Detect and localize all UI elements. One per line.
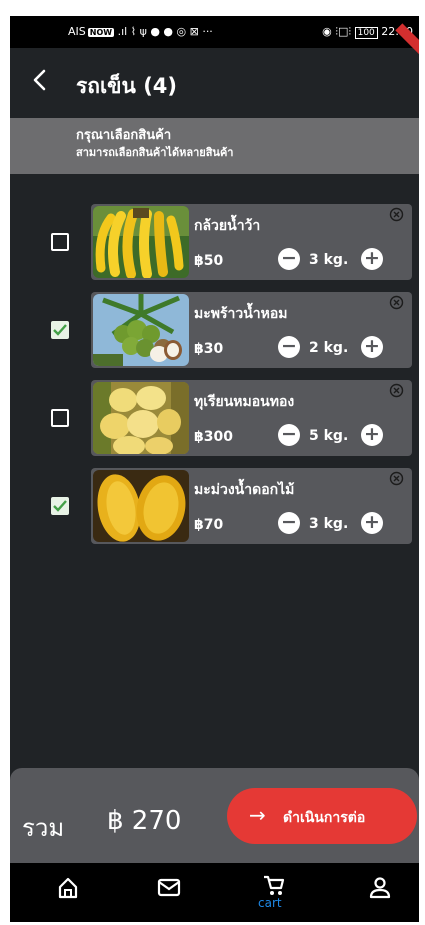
nav-cart-label: cart bbox=[258, 896, 282, 910]
cart-item-card[interactable]: มะพร้าวน้ำหอม ฿30 − 2 kg. + bbox=[91, 292, 412, 368]
cart-item-card[interactable]: ทุเรียนหมอนทอง ฿300 − 5 kg. + bbox=[91, 380, 412, 456]
app-bar: รถเข็น (4) bbox=[10, 48, 419, 118]
total-value: ฿ 270 bbox=[107, 806, 182, 836]
cart-screen: AISNOW .ıl ⌇ ψ ● ● ◎ ⊠ ··· ◉ ⫶□⫶ 100 22:… bbox=[10, 16, 419, 922]
coconut-image bbox=[93, 294, 189, 366]
item-name: ทุเรียนหมอนทอง bbox=[194, 394, 295, 410]
item-checkbox[interactable] bbox=[51, 233, 69, 251]
nav-profile[interactable] bbox=[360, 873, 400, 913]
item-quantity: 5 kg. bbox=[309, 428, 349, 444]
status-bar: AISNOW .ıl ⌇ ψ ● ● ◎ ⊠ ··· ◉ ⫶□⫶ 100 22:… bbox=[10, 16, 419, 59]
remove-item-icon[interactable] bbox=[389, 295, 404, 310]
notice-subtitle: สามารถเลือกสินค้าได้หลายสินค้า bbox=[76, 146, 234, 159]
item-quantity: 3 kg. bbox=[309, 252, 349, 268]
item-price: ฿70 bbox=[194, 517, 224, 533]
status-right-icons: ◉ ⫶□⫶ bbox=[322, 25, 352, 38]
item-name: มะพร้าวน้ำหอม bbox=[194, 306, 288, 322]
total-label: รวม bbox=[22, 814, 65, 842]
item-name: กล้วยน้ำว้า bbox=[194, 218, 261, 234]
item-price: ฿300 bbox=[194, 429, 233, 445]
decrease-button[interactable]: − bbox=[278, 248, 300, 270]
mango-image bbox=[93, 470, 189, 542]
mail-icon bbox=[157, 878, 181, 897]
carrier-label: AIS bbox=[68, 25, 86, 38]
increase-button[interactable]: + bbox=[361, 336, 383, 358]
banana-image bbox=[93, 206, 189, 278]
cart-item-card[interactable]: มะม่วงน้ำดอกไม้ ฿70 − 3 kg. + bbox=[91, 468, 412, 544]
item-name: มะม่วงน้ำดอกไม้ bbox=[194, 482, 295, 498]
status-icons: .ıl ⌇ ψ ● ● ◎ ⊠ ··· bbox=[117, 25, 213, 38]
cart-item-durian: ทุเรียนหมอนทอง ฿300 − 5 kg. + bbox=[10, 380, 419, 456]
decrease-button[interactable]: − bbox=[278, 512, 300, 534]
item-price: ฿30 bbox=[194, 341, 224, 357]
remove-item-icon[interactable] bbox=[389, 207, 404, 222]
notice-title: กรุณาเลือกสินค้า bbox=[76, 128, 172, 143]
item-quantity: 3 kg. bbox=[309, 516, 349, 532]
nav-home[interactable] bbox=[48, 873, 88, 913]
proceed-button[interactable]: → ดำเนินการต่อ bbox=[227, 788, 417, 844]
status-left: AIS NOW .ıl ⌇ ψ ● ● ◎ ⊠ ··· bbox=[68, 25, 213, 38]
cart-item-mango: มะม่วงน้ำดอกไม้ ฿70 − 3 kg. + bbox=[10, 468, 419, 544]
battery-indicator: 100 bbox=[354, 27, 378, 39]
cart-item-banana: กล้วยน้ำว้า ฿50 − 3 kg. + bbox=[10, 204, 419, 280]
nav-cart[interactable]: cart bbox=[253, 873, 293, 913]
decrease-button[interactable]: − bbox=[278, 424, 300, 446]
increase-button[interactable]: + bbox=[361, 512, 383, 534]
remove-item-icon[interactable] bbox=[389, 471, 404, 486]
durian-image bbox=[93, 382, 189, 454]
cart-item-coconut: มะพร้าวน้ำหอม ฿30 − 2 kg. + bbox=[10, 292, 419, 368]
bottom-nav: cart bbox=[10, 863, 419, 922]
item-quantity: 2 kg. bbox=[309, 340, 349, 356]
proceed-label: ดำเนินการต่อ bbox=[283, 810, 366, 826]
item-checkbox[interactable] bbox=[51, 321, 69, 339]
item-checkbox[interactable] bbox=[51, 497, 69, 515]
item-price: ฿50 bbox=[194, 253, 224, 269]
decrease-button[interactable]: − bbox=[278, 336, 300, 358]
page-title: รถเข็น (4) bbox=[76, 74, 178, 98]
increase-button[interactable]: + bbox=[361, 424, 383, 446]
remove-item-icon[interactable] bbox=[389, 383, 404, 398]
increase-button[interactable]: + bbox=[361, 248, 383, 270]
carrier-badge: NOW bbox=[87, 28, 115, 37]
arrow-right-icon: → bbox=[249, 803, 266, 827]
cart-item-card[interactable]: กล้วยน้ำว้า ฿50 − 3 kg. + bbox=[91, 204, 412, 280]
checkout-bar: รวม ฿ 270 → ดำเนินการต่อ bbox=[10, 768, 419, 863]
nav-mail[interactable] bbox=[149, 873, 189, 913]
back-arrow-icon[interactable] bbox=[26, 66, 54, 94]
home-icon bbox=[58, 877, 78, 899]
user-icon bbox=[369, 877, 391, 899]
notice-banner: กรุณาเลือกสินค้า สามารถเลือกสินค้าได้หลา… bbox=[10, 118, 419, 174]
item-checkbox[interactable] bbox=[51, 409, 69, 427]
